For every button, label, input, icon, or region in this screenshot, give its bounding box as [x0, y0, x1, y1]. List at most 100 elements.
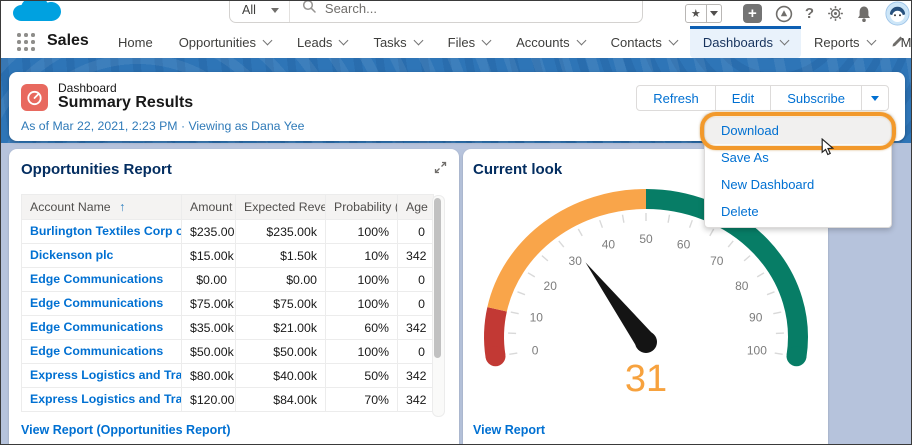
cell-value: 342 — [397, 363, 434, 388]
chevron-down-icon — [668, 35, 679, 46]
global-actions-button[interactable]: + — [742, 4, 762, 23]
column-header-expected-reven[interactable]: Expected Reven... — [235, 194, 326, 220]
cell-value: $50.00k — [235, 339, 326, 364]
menu-item-download[interactable]: Download — [705, 117, 891, 144]
cell-value: $235.00k — [235, 219, 326, 244]
tab-opportunities[interactable]: Opportunities — [166, 26, 284, 58]
cell-value: $84.00k — [235, 387, 326, 412]
tab-accounts[interactable]: Accounts — [503, 26, 597, 58]
tab-label: Dashboards — [702, 34, 774, 50]
app-navigation-bar: Sales Home Opportunities Leads Tasks Files Ac… — [1, 26, 911, 58]
menu-item-delete[interactable]: Delete — [705, 198, 891, 225]
account-link[interactable]: Edge Communications — [30, 320, 163, 334]
account-link[interactable]: Burlington Textiles Corp of America — [30, 224, 181, 238]
cell-value: 70% — [325, 387, 398, 412]
account-link[interactable]: Express Logistics and Transport — [30, 392, 181, 406]
svg-text:31: 31 — [625, 358, 667, 400]
chevron-down-icon — [481, 35, 492, 46]
search-scope-label: All — [242, 3, 256, 17]
table-row: Express Logistics and Transport$80.00k$4… — [21, 363, 434, 388]
table-row: Edge Communications $35.00k $21.00k 60% 342 — [21, 315, 434, 340]
salesforce-window: All Search... ★ + ? Sales Home Opportuni… — [0, 0, 912, 445]
header-actions: ★ + ? — [684, 1, 911, 26]
star-icon: ★ — [690, 8, 701, 20]
report-card-title: Opportunities Report — [21, 161, 172, 178]
tab-label: Tasks — [373, 34, 407, 50]
app-name: Sales — [47, 32, 89, 49]
account-link[interactable]: Dickenson plc — [30, 248, 113, 262]
search-input[interactable]: Search... — [290, 1, 642, 22]
svg-text:90: 90 — [749, 310, 763, 324]
plus-icon: + — [747, 5, 757, 22]
cell-value: $75.00k — [181, 291, 236, 316]
account-link[interactable]: Edge Communications — [30, 296, 163, 310]
tab-tasks[interactable]: Tasks — [360, 26, 434, 58]
tab-label: Files — [447, 34, 476, 50]
search-scope-selector[interactable]: All — [230, 3, 289, 22]
page-title: Summary Results — [58, 94, 194, 111]
tab-leads[interactable]: Leads — [284, 26, 360, 58]
svg-text:30: 30 — [569, 254, 583, 268]
setup-gear-icon[interactable] — [827, 5, 844, 22]
account-link[interactable]: Express Logistics and Transport — [30, 368, 181, 382]
edit-button[interactable]: Edit — [714, 85, 772, 111]
chevron-down-icon — [338, 35, 349, 46]
dashboard-more-actions-menu: Download Save As New Dashboard Delete — [704, 114, 892, 228]
tab-contacts[interactable]: Contacts — [598, 26, 690, 58]
tab-dashboards[interactable]: Dashboards — [689, 26, 802, 58]
tab-label: Accounts — [516, 34, 570, 50]
cell-value: $75.00k — [235, 291, 326, 316]
svg-text:70: 70 — [710, 254, 724, 268]
app-launcher-icon[interactable] — [17, 33, 35, 51]
cell-value: 0 — [397, 267, 434, 292]
expand-report-button[interactable] — [434, 161, 447, 179]
search-icon — [302, 1, 316, 18]
table-row: Edge Communications $0.00 $0.00 100% 0 — [21, 267, 434, 292]
column-header-age[interactable]: Age — [397, 194, 434, 220]
cell-value: 60% — [325, 315, 398, 340]
tab-label: Opportunities — [178, 34, 257, 50]
tab-home[interactable]: Home — [105, 26, 166, 58]
guidance-center-icon[interactable] — [775, 5, 793, 23]
table-row: Burlington Textiles Corp of America $235.… — [21, 219, 434, 244]
dashboard-meta-text: As of Mar 22, 2021, 2:23 PM · Viewing as… — [21, 119, 305, 133]
global-search: All Search... — [229, 1, 643, 23]
cell-value: 100% — [325, 267, 398, 292]
salesforce-logo — [9, 1, 65, 26]
favorites-caret-button[interactable] — [706, 4, 722, 23]
cell-value: $0.00 — [181, 267, 236, 292]
tab-files[interactable]: Files — [435, 26, 503, 58]
scrollbar-thumb[interactable] — [434, 198, 441, 358]
cell-value: $40.00k — [235, 363, 326, 388]
account-link[interactable]: Edge Communications — [30, 272, 163, 286]
gauge-card-title: Current look — [473, 161, 563, 178]
view-report-link-gauge[interactable]: View Report — [473, 423, 545, 437]
cell-value: 100% — [325, 291, 398, 316]
edit-navigation-pencil-icon[interactable] — [891, 35, 904, 53]
favorites-star-button[interactable]: ★ — [684, 4, 707, 23]
menu-item-new-dashboard[interactable]: New Dashboard — [705, 171, 891, 198]
notifications-bell-icon[interactable] — [856, 5, 872, 23]
subscribe-button[interactable]: Subscribe — [770, 85, 862, 111]
tab-reports[interactable]: Reports — [801, 26, 888, 58]
column-header-amount[interactable]: Amount — [181, 194, 236, 220]
refresh-button[interactable]: Refresh — [636, 85, 716, 111]
table-scrollbar[interactable] — [432, 195, 445, 417]
user-avatar[interactable] — [884, 1, 911, 26]
cell-value: 50% — [325, 363, 398, 388]
more-actions-dropdown-button[interactable] — [861, 85, 889, 111]
cell-value: $15.00k — [181, 243, 236, 268]
cell-value: 10% — [325, 243, 398, 268]
global-header: All Search... ★ + ? — [1, 1, 911, 26]
view-report-link-opportunities[interactable]: View Report (Opportunities Report) — [21, 423, 231, 437]
menu-item-save-as[interactable]: Save As — [705, 144, 891, 171]
svg-text:50: 50 — [639, 232, 653, 246]
cell-value: 342 — [397, 315, 434, 340]
column-header-account-name[interactable]: Account Name ↑ — [21, 194, 182, 220]
cell-value: 100% — [325, 339, 398, 364]
column-header-probability[interactable]: Probability (... — [325, 194, 398, 220]
cell-value: 342 — [397, 243, 434, 268]
svg-text:10: 10 — [530, 310, 544, 324]
account-link[interactable]: Edge Communications — [30, 344, 163, 358]
help-icon[interactable]: ? — [805, 5, 814, 22]
